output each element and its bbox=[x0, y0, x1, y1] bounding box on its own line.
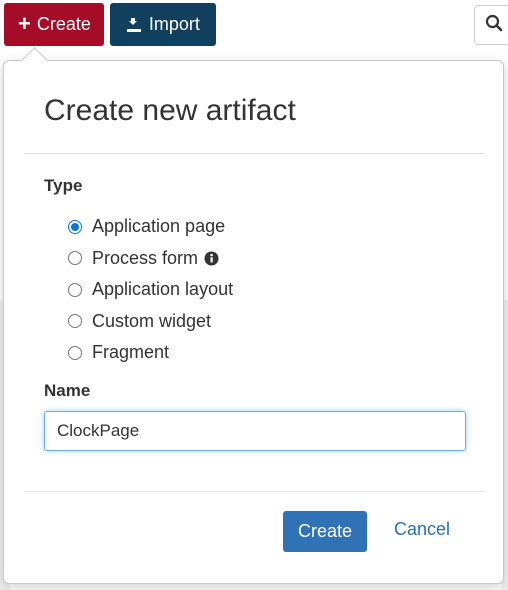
radio-application-page[interactable] bbox=[68, 219, 82, 234]
type-option-label: Application layout bbox=[92, 279, 234, 300]
type-radio-group: Application page Process form Applicatio… bbox=[68, 211, 233, 369]
type-option-process-form[interactable]: Process form bbox=[68, 243, 233, 275]
create-button[interactable]: + Create bbox=[4, 3, 104, 46]
type-option-label: Process form bbox=[92, 247, 199, 268]
radio-process-form[interactable] bbox=[68, 251, 82, 266]
cancel-button[interactable]: Cancel bbox=[394, 519, 450, 540]
type-option-application-page[interactable]: Application page bbox=[68, 211, 233, 243]
name-label: Name bbox=[44, 381, 91, 400]
type-option-label: Custom widget bbox=[92, 310, 212, 331]
type-label: Type bbox=[44, 176, 83, 195]
info-icon[interactable] bbox=[204, 251, 219, 266]
footer-divider bbox=[24, 491, 485, 492]
type-option-label: Fragment bbox=[92, 342, 170, 363]
radio-application-layout[interactable] bbox=[68, 282, 82, 297]
import-button-label: Import bbox=[148, 14, 200, 34]
plus-icon: + bbox=[18, 10, 31, 36]
type-option-label: Application page bbox=[92, 216, 226, 237]
search-icon bbox=[485, 14, 503, 37]
radio-custom-widget[interactable] bbox=[68, 314, 82, 329]
search-button[interactable] bbox=[474, 5, 508, 45]
type-option-custom-widget[interactable]: Custom widget bbox=[68, 306, 233, 338]
radio-fragment[interactable] bbox=[68, 345, 82, 360]
toolbar: + Create Import bbox=[4, 3, 216, 46]
import-icon bbox=[126, 17, 142, 33]
create-artifact-popover: Create new artifact Type Application pag… bbox=[3, 47, 504, 584]
header-divider bbox=[24, 153, 485, 154]
type-option-fragment[interactable]: Fragment bbox=[68, 337, 233, 369]
create-artifact-button[interactable]: Create bbox=[283, 511, 367, 552]
type-option-application-layout[interactable]: Application layout bbox=[68, 274, 233, 306]
create-button-label: Create bbox=[36, 14, 91, 34]
import-button[interactable]: Import bbox=[109, 3, 216, 46]
dialog-title: Create new artifact bbox=[44, 94, 296, 127]
name-input[interactable] bbox=[44, 411, 466, 451]
